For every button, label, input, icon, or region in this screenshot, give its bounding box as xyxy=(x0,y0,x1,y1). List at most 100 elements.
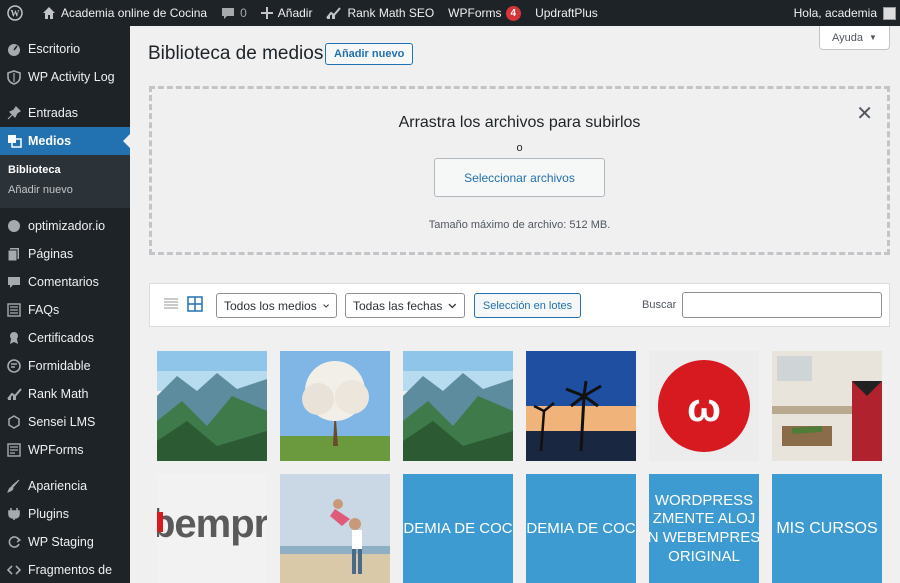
sidebar-item-label: Medios xyxy=(28,134,72,148)
updraft-link[interactable]: UpdraftPlus xyxy=(528,0,605,26)
media-item-academia-banner-2[interactable]: DEMIA DE COC xyxy=(526,474,636,583)
media-item-beach-family[interactable] xyxy=(280,474,390,583)
site-name: Academia online de Cocina xyxy=(61,6,208,20)
media-item-kitchen[interactable] xyxy=(772,351,882,461)
tile-text: MIS CURSOS xyxy=(776,519,878,537)
search-label: Buscar xyxy=(642,299,677,311)
sidebar-item-label: Apariencia xyxy=(28,479,88,493)
media-type-filter[interactable]: Todos los medios xyxy=(216,293,337,318)
sidebar-item-fragmentos[interactable]: Fragmentos de xyxy=(0,556,130,583)
sidebar-item-optimizador[interactable]: optimizador.io xyxy=(0,212,130,240)
date-filter[interactable]: Todas las fechas xyxy=(345,293,465,318)
sidebar-item-entradas[interactable]: Entradas xyxy=(0,99,130,127)
rankmath-link[interactable]: Rank Math SEO xyxy=(319,0,441,26)
comments-count: 0 xyxy=(240,6,247,20)
beach-image xyxy=(280,474,390,583)
media-item-wordpress-banner[interactable]: WORDPRESS ZMENTE ALOJ N WEBEMPRES ORIGIN… xyxy=(649,474,759,583)
page-title: Biblioteca de medios xyxy=(148,43,324,64)
wordpress-logo-button[interactable]: W xyxy=(0,0,35,26)
add-new-button[interactable]: Añadir nuevo xyxy=(325,43,414,65)
list-view-icon[interactable] xyxy=(163,297,179,311)
wpforms-label: WPForms xyxy=(448,6,502,20)
mountain-image xyxy=(403,351,513,461)
chevron-down-icon xyxy=(323,303,329,308)
list-icon xyxy=(6,302,22,318)
shield-icon xyxy=(6,69,22,85)
sidebar-item-sensei[interactable]: Sensei LMS xyxy=(0,408,130,436)
sidebar-item-label: FAQs xyxy=(28,303,60,317)
sidebar-item-wp-activity-log[interactable]: WP Activity Log xyxy=(0,63,130,91)
home-icon xyxy=(43,7,55,19)
media-item-tree[interactable] xyxy=(280,351,390,461)
sensei-icon xyxy=(6,414,22,430)
sidebar-item-plugins[interactable]: Plugins xyxy=(0,500,130,528)
media-item-academia-banner-1[interactable]: DEMIA DE COC xyxy=(403,474,513,583)
sidebar-item-rank-math[interactable]: Rank Math xyxy=(0,380,130,408)
sidebar-item-label: Páginas xyxy=(28,247,74,261)
submenu-item-biblioteca[interactable]: Biblioteca xyxy=(0,160,130,180)
wpforms-count-badge: 4 xyxy=(505,5,522,21)
wpforms-link[interactable]: WPForms 4 xyxy=(441,0,528,26)
plus-icon xyxy=(260,7,273,19)
media-item-mis-cursos[interactable]: MIS CURSOS xyxy=(772,474,882,583)
tree-image xyxy=(280,351,390,461)
sidebar-item-paginas[interactable]: Páginas xyxy=(0,240,130,268)
help-tab-button[interactable]: Ayuda ▼ xyxy=(819,26,890,50)
sidebar-item-formidable[interactable]: Formidable xyxy=(0,352,130,380)
media-icon xyxy=(6,133,22,149)
media-item-webempresa-logo[interactable]: ω xyxy=(649,351,759,461)
plugin-icon xyxy=(6,506,22,522)
chevron-down-icon xyxy=(448,303,457,308)
updraft-label: UpdraftPlus xyxy=(535,6,598,20)
media-item-mountains-2[interactable] xyxy=(403,351,513,461)
comment-icon xyxy=(222,7,235,19)
sidebar-item-label: WP Activity Log xyxy=(28,70,115,84)
sidebar-item-label: Comentarios xyxy=(28,275,99,289)
tile-text: bempr xyxy=(157,502,267,546)
sidebar-item-label: Entradas xyxy=(28,106,79,120)
add-new-label: Añadir xyxy=(277,6,313,20)
admin-bar: W Academia online de Cocina 0 Añadir Ran… xyxy=(0,0,900,26)
sidebar-item-wp-staging[interactable]: WP Staging xyxy=(0,528,130,556)
bulk-select-button[interactable]: Selección en lotes xyxy=(474,293,581,318)
wordpress-icon: W xyxy=(7,5,23,21)
max-file-size: Tamaño máximo de archivo: 512 MB. xyxy=(428,219,611,231)
code-icon xyxy=(6,562,22,578)
sidebar-item-escritorio[interactable]: Escritorio xyxy=(0,35,130,63)
sidebar-item-medios[interactable]: Medios xyxy=(0,127,130,155)
svg-text:ω: ω xyxy=(687,386,721,430)
sidebar-item-label: Formidable xyxy=(28,359,91,373)
comments-link[interactable]: 0 xyxy=(214,0,254,26)
site-name-link[interactable]: Academia online de Cocina xyxy=(35,0,214,26)
caret-down-icon: ▼ xyxy=(869,33,877,42)
search-input[interactable] xyxy=(682,292,882,318)
sidebar-item-certificados[interactable]: Certificados xyxy=(0,324,130,352)
media-item-webempresa-text[interactable]: bempr xyxy=(157,474,267,583)
upload-dropzone[interactable]: ✕ Arrastra los archivos para subirlos o … xyxy=(149,86,890,255)
media-item-palms[interactable] xyxy=(526,351,636,461)
sidebar-item-wpforms[interactable]: WPForms xyxy=(0,436,130,464)
rankmath-icon xyxy=(326,7,342,19)
media-item-mountains-1[interactable] xyxy=(157,351,267,461)
sidebar-item-faqs[interactable]: FAQs xyxy=(0,296,130,324)
media-type-value: Todos los medios xyxy=(224,298,317,313)
account-menu[interactable]: Hola, academia xyxy=(794,6,900,20)
avatar xyxy=(883,6,896,20)
pin-icon xyxy=(6,105,22,121)
dashboard-icon xyxy=(6,41,22,57)
kitchen-image xyxy=(772,351,882,461)
sidebar-item-label: WP Staging xyxy=(28,535,94,549)
grid-view-icon[interactable] xyxy=(187,296,203,312)
admin-sidebar: Escritorio WP Activity Log Entradas Medi… xyxy=(0,26,130,583)
add-new-link[interactable]: Añadir xyxy=(254,0,320,26)
tile-text: WORDPRESS ZMENTE ALOJ N WEBEMPRES ORIGIN… xyxy=(649,491,759,565)
sidebar-item-comentarios[interactable]: Comentarios xyxy=(0,268,130,296)
dropzone-or: o xyxy=(516,142,523,154)
chart-icon xyxy=(6,386,22,402)
sidebar-item-label: Sensei LMS xyxy=(28,415,96,429)
select-files-button[interactable]: Seleccionar archivos xyxy=(434,158,605,197)
tile-text: DEMIA DE COC xyxy=(526,520,636,538)
forms-icon xyxy=(6,442,22,458)
sidebar-item-apariencia[interactable]: Apariencia xyxy=(0,472,130,500)
submenu-item-anadir-nuevo[interactable]: Añadir nuevo xyxy=(0,180,130,200)
